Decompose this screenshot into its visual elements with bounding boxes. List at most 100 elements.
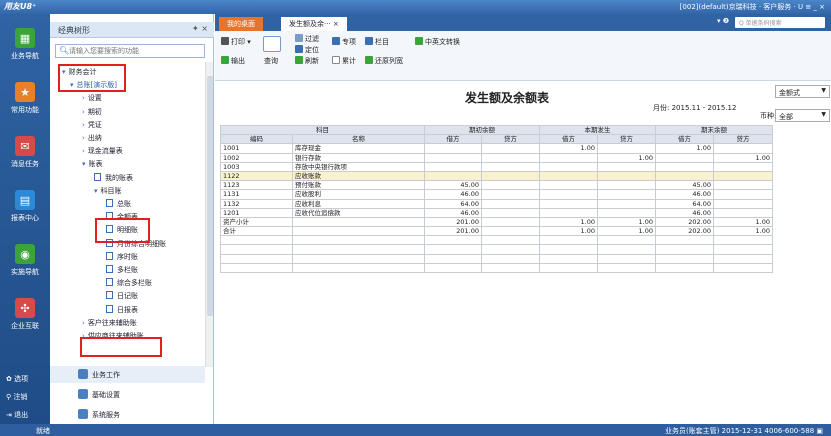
tree-item[interactable]: 我的账表 [94, 172, 133, 183]
column-header[interactable]: 借方 [539, 134, 598, 145]
table-cell [481, 152, 540, 163]
tree-item[interactable]: 综合多栏账 [106, 278, 152, 288]
refresh-button[interactable]: 刷新 [295, 56, 319, 66]
table-cell [713, 198, 773, 209]
tree-bottom-settings[interactable]: 基础设置 [50, 386, 205, 403]
restore-width-button[interactable]: 还原列宽 [365, 56, 403, 66]
tree-item[interactable]: › 现金流量表 [82, 146, 123, 156]
tree-bottom-work[interactable]: 业务工作 [50, 366, 205, 383]
cn-en-button[interactable]: 中英文转换 [415, 37, 460, 47]
table-row[interactable]: 1003 存放中央银行款项 [220, 161, 773, 172]
column-header[interactable]: 编码 [220, 134, 293, 145]
tab-1[interactable]: 发生额及余··· × [281, 17, 347, 31]
tree-item[interactable]: 序时账 [106, 251, 138, 262]
special-button[interactable]: 专项 [332, 37, 356, 47]
column-header[interactable]: 借方 [424, 134, 482, 145]
table-cell: 1001 [220, 143, 293, 154]
tree-item[interactable]: ▾ 科目账 [94, 186, 122, 196]
tree-bottom-label: 系统服务 [92, 411, 120, 419]
table-row[interactable]: 合计 201.00 1.00 1.00 202.00 1.00 [220, 226, 773, 237]
nav-bottom-0[interactable]: ✿ 选项 [6, 374, 28, 384]
currency-select[interactable]: 全部 ▼ [775, 109, 830, 122]
tab-0[interactable]: 我的桌面 [219, 17, 263, 31]
tree-item[interactable]: › 设置 [82, 93, 102, 103]
column-header[interactable]: 借方 [655, 134, 714, 145]
tree-item[interactable]: › 期初 [82, 107, 102, 117]
table-row[interactable]: 1123 预付账款 45.00 45.00 [220, 180, 773, 191]
message-icon: ✉ [15, 136, 35, 156]
column-header[interactable]: 贷方 [481, 134, 540, 145]
nav-business-nav[interactable]: ▦ 业务导航 [0, 28, 50, 61]
tree-item[interactable]: ▾ 账表 [82, 159, 103, 169]
refresh-icon [295, 56, 303, 64]
tree-item[interactable]: › 凭证 [82, 120, 102, 130]
table-row[interactable]: 1122 应收账款 [220, 170, 773, 182]
output-button[interactable]: 输出 [221, 56, 245, 66]
nav-bottom-1[interactable]: ⚲ 注销 [6, 392, 27, 402]
export-icon [221, 56, 229, 64]
table-cell [481, 143, 540, 154]
document-icon [106, 291, 113, 300]
header-group: 期末余额 [655, 124, 773, 136]
highlight-box-ledger [58, 64, 126, 92]
table-cell: 46.00 [424, 207, 482, 218]
nav-report[interactable]: ▤ 报表中心 [0, 190, 50, 223]
table-cell [655, 161, 714, 172]
query-button[interactable]: 查询 [264, 56, 278, 66]
table-cell [481, 189, 540, 200]
barcode-search-input[interactable]: Q 单据条码搜索 [735, 17, 825, 28]
nav-bottom-label: 退出 [14, 411, 29, 419]
balance-table: 科目 期初余额 本期发生 期末余额 编码 名称 借方 贷方 借方 贷方 借方 贷方 1001 库存现金… [220, 124, 773, 274]
nav-bottom-2[interactable]: ⇥ 退出 [6, 410, 28, 420]
column-header[interactable]: 贷方 [713, 134, 773, 145]
tab-controls[interactable]: ▾ ❷ [717, 17, 729, 25]
tree-search[interactable]: 🔍︎ [55, 44, 205, 58]
report-content: 发生额及余额表 月份: 2015.11 - 2015.12 金额式 ▼ 币种: 全… [215, 81, 831, 424]
printer-icon [221, 37, 229, 45]
nav-star[interactable]: ★ 常用功能 [0, 82, 50, 115]
tree-item[interactable]: 日报表 [106, 304, 138, 315]
table-row[interactable]: 1201 应收代位追偿款 46.00 46.00 [220, 207, 773, 218]
empty-row [220, 235, 773, 246]
tree-arrow-icon: › [82, 318, 85, 327]
table-cell: 45.00 [424, 180, 482, 191]
tree-item[interactable]: › 客户往来辅助账 [82, 318, 137, 328]
table-cell [539, 170, 598, 182]
tree-item[interactable]: 总账 [106, 199, 131, 209]
column-header[interactable]: 名称 [292, 134, 425, 145]
nav-message[interactable]: ✉ 消息任务 [0, 136, 50, 169]
table-cell [597, 189, 656, 200]
columns-button[interactable]: 栏目 [365, 37, 389, 47]
format-select[interactable]: 金额式 ▼ [775, 85, 830, 98]
tree-item-label: 多栏账 [117, 266, 138, 274]
table-row[interactable]: 1002 银行存款 1.00 1.00 [220, 152, 773, 163]
filter-button[interactable]: 过滤 [295, 34, 319, 44]
table-row[interactable]: 资产小计 201.00 1.00 1.00 202.00 1.00 [220, 216, 773, 228]
tree-arrow-icon: ▾ [82, 160, 86, 169]
nav-connect[interactable]: ✣ 企业互联 [0, 298, 50, 331]
tree-item[interactable]: 多栏账 [106, 265, 138, 275]
tree-scrollbar[interactable] [205, 62, 213, 367]
tree-item-label: 凭证 [87, 120, 102, 129]
table-cell: 1.00 [539, 226, 598, 237]
cumulative-checkbox[interactable]: 累计 [332, 56, 356, 66]
tree-item[interactable]: 日记账 [106, 291, 138, 301]
nav-implement[interactable]: ◉ 实施导航 [0, 244, 50, 277]
table-cell: 应收账款 [292, 170, 425, 182]
tree-bottom-service[interactable]: 系统服务 [50, 406, 205, 423]
tree-search-input[interactable] [69, 46, 199, 56]
column-header[interactable]: 贷方 [597, 134, 656, 145]
table-row[interactable]: 1132 应收利息 64.00 64.00 [220, 198, 773, 209]
table-row[interactable]: 1131 应收股利 46.00 46.00 [220, 189, 773, 200]
scroll-thumb[interactable] [207, 76, 213, 316]
query-magnifier-icon[interactable] [263, 36, 281, 52]
table-row[interactable]: 1001 库存现金 1.00 1.00 [220, 143, 773, 154]
pin-icon[interactable]: ✦ × [192, 24, 208, 33]
document-icon [106, 265, 113, 273]
locate-button[interactable]: 定位 [295, 45, 319, 55]
table-cell: 合计 [220, 226, 293, 237]
table-cell [481, 180, 540, 191]
tree-item[interactable]: › 出纳 [82, 133, 102, 143]
title-right-info[interactable]: [002](default)京瑞科技 · 客户服务 · U ≡ _ × [680, 2, 825, 12]
print-button[interactable]: 打印 ▾ [221, 37, 251, 47]
